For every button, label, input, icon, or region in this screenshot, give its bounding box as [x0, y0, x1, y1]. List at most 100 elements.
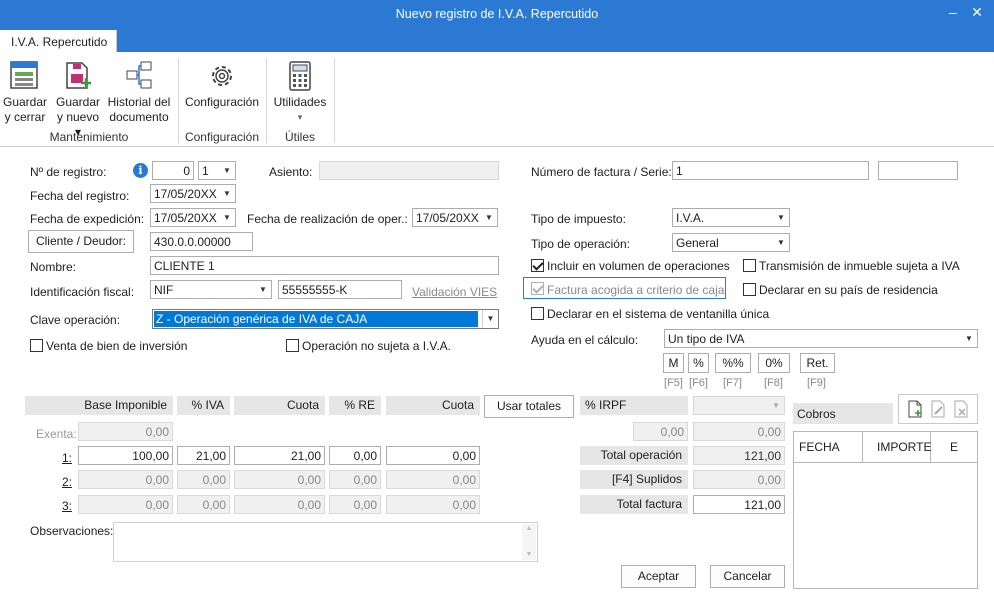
- fecha-realizacion-value: 17/05/20XX: [416, 211, 479, 225]
- info-icon[interactable]: i: [133, 163, 148, 178]
- num-registro-input[interactable]: 0: [152, 161, 194, 180]
- delete-document-icon[interactable]: [953, 400, 969, 418]
- chevron-down-icon: ▼: [223, 189, 231, 198]
- close-button[interactable]: ✕: [967, 4, 987, 21]
- irpf-select[interactable]: ▼: [693, 396, 785, 415]
- asiento-input[interactable]: [319, 161, 499, 180]
- calc-percent-button[interactable]: %: [688, 353, 709, 373]
- row-1-base-input[interactable]: 100,00: [78, 446, 173, 465]
- cobros-col-e[interactable]: E: [931, 432, 977, 463]
- f8-key-label: [F8]: [764, 377, 783, 389]
- tipo-operacion-value: General: [676, 236, 719, 250]
- clave-operacion-select[interactable]: Z - Operación genérica de IVA de CAJA ▼: [152, 309, 499, 329]
- utilities-button[interactable]: Utilidades ▾: [270, 60, 330, 125]
- fecha-expedicion-date[interactable]: 17/05/20XX ▼: [150, 208, 236, 227]
- observaciones-textarea[interactable]: ▲ ▼: [113, 522, 538, 562]
- num-registro-label: Nº de registro:: [30, 165, 107, 179]
- cobros-col-fecha[interactable]: FECHA: [794, 432, 863, 463]
- tipo-impuesto-select[interactable]: I.V.A. ▼: [672, 208, 790, 227]
- tipo-operacion-label: Tipo de operación:: [531, 237, 630, 251]
- row-3-base-input[interactable]: 0,00: [78, 495, 173, 514]
- cobros-title: Cobros: [793, 403, 893, 424]
- cliente-input[interactable]: 430.0.0.00000: [150, 232, 253, 251]
- declarar-ventanilla-checkbox[interactable]: [531, 307, 544, 320]
- chevron-down-icon: ▾: [297, 112, 303, 122]
- row-3-cuota-re-input[interactable]: 0,00: [386, 495, 480, 514]
- cobros-toolbar: [898, 394, 978, 424]
- nombre-input[interactable]: CLIENTE 1: [150, 256, 499, 275]
- transmision-inmueble-checkbox[interactable]: [743, 259, 756, 272]
- venta-bien-label: Venta de bien de inversión: [46, 339, 188, 353]
- venta-bien-checkbox[interactable]: [30, 339, 43, 352]
- save-new-button[interactable]: Guardar y nuevo ▾: [53, 60, 103, 140]
- row-exenta-label: Exenta:: [36, 427, 77, 441]
- incluir-volumen-checkbox[interactable]: [531, 259, 544, 272]
- calc-retencion-button[interactable]: Ret.: [800, 353, 835, 373]
- validacion-vies-link[interactable]: Validación VIES: [412, 285, 497, 299]
- aceptar-button[interactable]: Aceptar: [621, 565, 696, 588]
- num-factura-input[interactable]: 1: [672, 161, 869, 180]
- ayuda-calculo-select[interactable]: Un tipo de IVA ▼: [664, 329, 978, 348]
- window-title: Nuevo registro de I.V.A. Repercutido: [395, 7, 599, 21]
- suplidos-input[interactable]: 0,00: [693, 470, 785, 489]
- calc-m-button[interactable]: M: [663, 353, 684, 373]
- header-re: % RE: [329, 396, 381, 415]
- ident-fiscal-label: Identificación fiscal:: [30, 285, 135, 299]
- row-1-cuota-input[interactable]: 21,00: [234, 446, 325, 465]
- irpf-cuota-input[interactable]: 0,00: [693, 422, 785, 441]
- cobros-table[interactable]: FECHA IMPORTE E: [793, 431, 978, 589]
- fecha-registro-date[interactable]: 17/05/20XX ▼: [150, 184, 236, 203]
- row-1-iva-input[interactable]: 21,00: [177, 446, 230, 465]
- total-operacion-label: Total operación: [580, 446, 688, 465]
- row-2-iva-input[interactable]: 0,00: [177, 470, 230, 489]
- total-factura-label: Total factura: [580, 495, 688, 514]
- row-2-re-input[interactable]: 0,00: [329, 470, 381, 489]
- operacion-no-sujeta-label: Operación no sujeta a I.V.A.: [302, 339, 451, 353]
- fecha-realizacion-date[interactable]: 17/05/20XX ▼: [412, 208, 498, 227]
- utilities-label: Utilidades: [273, 95, 327, 109]
- cobros-col-importe[interactable]: IMPORTE: [863, 432, 931, 463]
- irpf-percent-input[interactable]: 0,00: [633, 422, 688, 441]
- cancelar-button[interactable]: Cancelar: [710, 565, 785, 588]
- usar-totales-button[interactable]: Usar totales: [484, 395, 574, 418]
- fecha-registro-value: 17/05/20XX: [154, 187, 217, 201]
- operacion-no-sujeta-checkbox[interactable]: [286, 339, 299, 352]
- calc-zero-percent-button[interactable]: 0%: [758, 353, 790, 373]
- scroll-up-icon[interactable]: ▲: [522, 524, 536, 534]
- scroll-down-icon[interactable]: ▼: [522, 550, 536, 560]
- row-3-re-input[interactable]: 0,00: [329, 495, 381, 514]
- configuration-button[interactable]: Configuración: [182, 60, 262, 110]
- declarar-pais-checkbox[interactable]: [743, 283, 756, 296]
- row-1-re-input[interactable]: 0,00: [329, 446, 381, 465]
- row-1-label: 1:: [62, 451, 73, 465]
- new-document-icon[interactable]: [907, 400, 923, 418]
- fecha-registro-label: Fecha del registro:: [30, 189, 130, 203]
- chevron-down-icon: ▼: [965, 334, 973, 343]
- tipo-impuesto-value: I.V.A.: [676, 211, 705, 225]
- row-1-cuota-re-input[interactable]: 0,00: [386, 446, 480, 465]
- edit-document-icon[interactable]: [930, 400, 946, 418]
- num-registro-select[interactable]: 1 ▼: [198, 161, 236, 180]
- save-close-button[interactable]: Guardar y cerrar: [2, 60, 48, 125]
- chevron-down-icon: ▼: [777, 238, 785, 247]
- calc-double-percent-button[interactable]: %%: [715, 353, 751, 373]
- ident-fiscal-type-select[interactable]: NIF ▼: [150, 280, 272, 299]
- tab-iva-repercutido[interactable]: I.V.A. Repercutido: [0, 30, 117, 54]
- num-factura-label: Número de factura / Serie:: [531, 165, 672, 179]
- row-3-iva-input[interactable]: 0,00: [177, 495, 230, 514]
- document-history-button[interactable]: Historial del documento: [105, 60, 173, 125]
- observaciones-scrollbar[interactable]: ▲ ▼: [522, 524, 536, 560]
- row-2-base-input[interactable]: 0,00: [78, 470, 173, 489]
- tipo-operacion-select[interactable]: General ▼: [672, 233, 790, 252]
- exenta-base-input[interactable]: 0,00: [78, 422, 173, 441]
- ident-fiscal-input[interactable]: 55555555-K: [278, 280, 402, 299]
- serie-input[interactable]: [878, 161, 958, 180]
- row-3-cuota-input[interactable]: 0,00: [234, 495, 325, 514]
- ribbon-tab-strip: [0, 30, 994, 52]
- minimize-button[interactable]: –: [943, 4, 963, 20]
- factura-caja-checkbox[interactable]: [531, 282, 544, 295]
- cliente-deudor-button[interactable]: Cliente / Deudor:: [28, 230, 134, 253]
- row-2-cuota-input[interactable]: 0,00: [234, 470, 325, 489]
- fecha-realizacion-label: Fecha de realización de oper.:: [247, 212, 408, 226]
- row-2-cuota-re-input[interactable]: 0,00: [386, 470, 480, 489]
